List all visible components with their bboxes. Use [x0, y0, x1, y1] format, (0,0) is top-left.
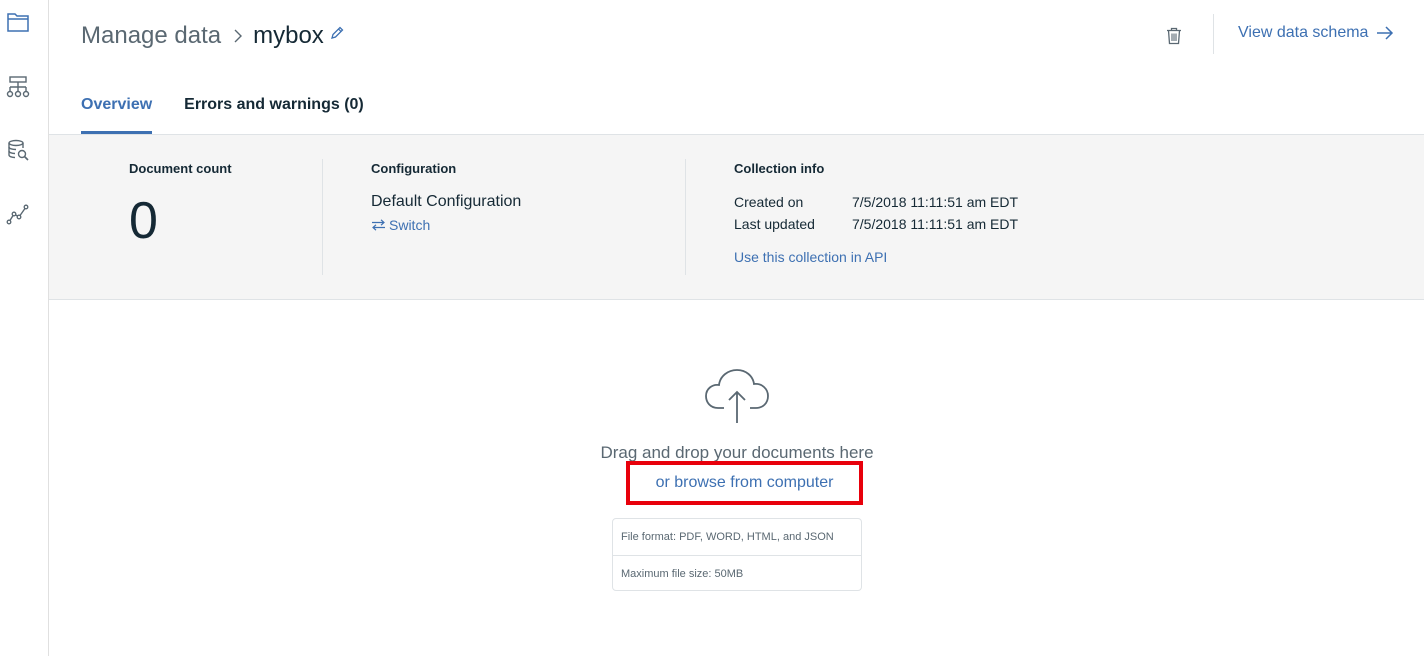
created-on-label: Created on [734, 194, 804, 210]
browse-from-computer-link[interactable]: or browse from computer [656, 474, 834, 492]
tab-bar: Overview Errors and warnings (0) [81, 92, 396, 134]
breadcrumb-manage-data-link[interactable]: Manage data [81, 22, 221, 50]
search-data-nav-button[interactable] [0, 132, 36, 168]
database-search-icon [8, 139, 29, 161]
last-updated-value: 7/5/2018 11:11:51 am EDT [852, 216, 1019, 232]
configuration-name: Default Configuration [371, 193, 522, 210]
cloud-upload-icon [704, 368, 770, 424]
manage-data-nav-button[interactable] [0, 4, 36, 40]
browse-highlight-box: or browse from computer [626, 461, 863, 505]
last-updated-label: Last updated [734, 216, 815, 232]
use-collection-in-api-link[interactable]: Use this collection in API [734, 249, 887, 265]
column-divider [322, 159, 323, 275]
tab-overview[interactable]: Overview [81, 92, 153, 134]
analytics-nav-button[interactable] [0, 196, 36, 232]
collection-name: mybox [253, 22, 324, 49]
chevron-right-icon [233, 28, 243, 44]
drop-zone-text: Drag and drop your documents here [600, 443, 874, 462]
breadcrumb: Manage data mybox [81, 18, 344, 54]
swap-arrows-icon [372, 219, 385, 231]
view-data-schema-link[interactable]: View data schema [1238, 24, 1394, 42]
max-file-size-text: Maximum file size: 50MB [613, 555, 861, 591]
file-format-text: File format: PDF, WORD, HTML, and JSON [621, 531, 834, 543]
trash-icon [1167, 27, 1181, 45]
created-on-row: Created on 7/5/2018 11:11:51 am EDT [734, 194, 1018, 210]
build-queries-nav-button[interactable] [0, 69, 36, 105]
tab-errors-and-warnings[interactable]: Errors and warnings (0) [184, 92, 364, 134]
header-divider [1213, 14, 1214, 54]
pencil-icon[interactable] [330, 26, 344, 40]
column-divider [685, 159, 686, 275]
left-nav-rail [0, 0, 49, 656]
hierarchy-icon [6, 76, 30, 98]
arrow-right-icon [1377, 26, 1394, 40]
line-chart-icon [6, 204, 29, 225]
switch-label: Switch [389, 217, 431, 233]
collection-summary-panel: Document count 0 Configuration Default C… [49, 134, 1424, 300]
document-count-value: 0 [129, 192, 158, 250]
file-requirements-box: File format: PDF, WORD, HTML, and JSON M… [612, 518, 862, 591]
view-data-schema-label: View data schema [1238, 24, 1369, 41]
folder-icon [7, 13, 29, 32]
last-updated-row: Last updated 7/5/2018 11:11:51 am EDT [734, 216, 1018, 232]
collection-info-label: Collection info [734, 161, 825, 176]
switch-configuration-link[interactable]: Switch [371, 217, 430, 233]
configuration-label: Configuration [371, 161, 457, 176]
delete-collection-button[interactable] [1162, 24, 1186, 48]
created-on-value: 7/5/2018 11:11:51 am EDT [852, 194, 1019, 210]
document-count-label: Document count [129, 161, 232, 176]
